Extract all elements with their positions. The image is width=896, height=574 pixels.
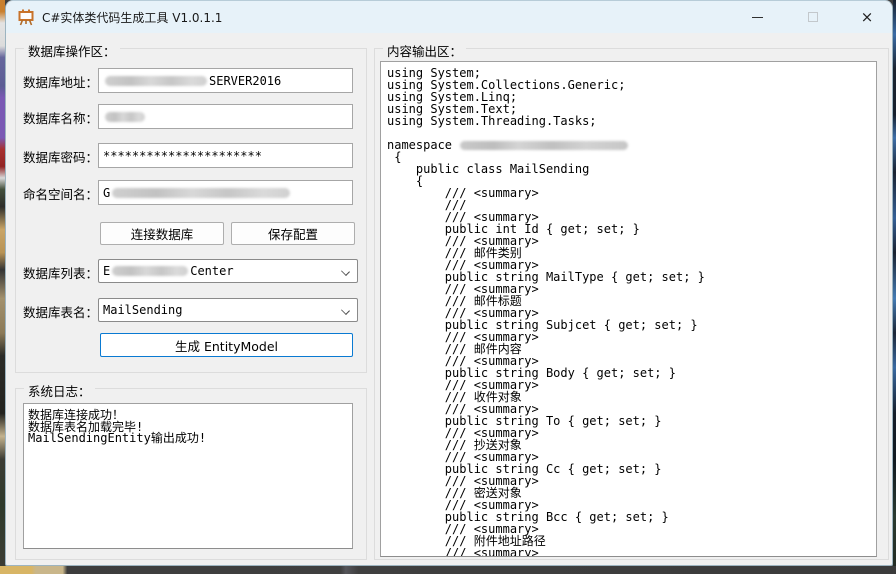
code-output-box[interactable]: using System;using System.Collections.Ge… <box>380 61 877 557</box>
chevron-down-icon <box>341 306 350 315</box>
db-list-label: 数据库列表： <box>23 263 98 282</box>
db-list-dropdown[interactable]: E Center <box>98 259 358 283</box>
redacted-text <box>112 266 188 276</box>
db-name-label: 数据库名称： <box>23 108 98 127</box>
code-line: namespace <box>387 139 876 151</box>
maximize-button[interactable] <box>785 1 840 33</box>
generate-entitymodel-button[interactable]: 生成 EntityModel <box>100 333 353 357</box>
namespace-input[interactable]: G <box>98 180 353 205</box>
titlebar[interactable]: C#实体类代码生成工具 V1.0.1.1 × <box>6 1 892 33</box>
groupbox-database-title: 数据库操作区： <box>24 41 120 60</box>
namespace-value: G <box>103 186 110 200</box>
code-line <box>387 127 876 139</box>
minimize-icon <box>752 17 763 18</box>
chevron-down-icon <box>341 267 350 276</box>
system-log-box[interactable]: 数据库连接成功！数据库表名加载完毕!MailSendingEntity输出成功! <box>23 403 353 549</box>
connect-database-button[interactable]: 连接数据库 <box>100 222 224 245</box>
db-table-value: MailSending <box>103 303 182 317</box>
namespace-label: 命名空间名： <box>23 184 98 203</box>
redacted-text <box>112 188 290 198</box>
redacted-text <box>460 141 628 150</box>
save-config-button[interactable]: 保存配置 <box>231 222 355 245</box>
maximize-icon <box>808 12 818 22</box>
taskbar-strip <box>0 566 896 574</box>
db-table-label: 数据库表名： <box>23 302 98 321</box>
easel-app-icon <box>17 8 35 26</box>
code-line: /// <summary> <box>387 547 876 557</box>
db-password-label: 数据库密码： <box>23 147 98 166</box>
code-line: public class MailSending <box>387 163 876 175</box>
db-list-value-post: Center <box>190 264 233 278</box>
db-password-value: ********************** <box>103 149 262 163</box>
code-line: using System.Threading.Tasks; <box>387 115 876 127</box>
groupbox-database-operations: 数据库操作区： <box>15 48 367 373</box>
db-table-dropdown[interactable]: MailSending <box>98 298 358 322</box>
close-icon: × <box>861 8 874 26</box>
db-name-input[interactable] <box>98 104 353 129</box>
db-address-input[interactable]: SERVER2016 <box>98 68 353 93</box>
redacted-text <box>105 112 145 122</box>
app-window: C#实体类代码生成工具 V1.0.1.1 × 数据库操作区： 数据库地址： SE… <box>5 0 893 566</box>
groupbox-log-title: 系统日志： <box>24 381 95 400</box>
redacted-text <box>105 76 207 86</box>
db-address-value: SERVER2016 <box>209 74 281 88</box>
minimize-button[interactable] <box>730 1 785 33</box>
db-address-label: 数据库地址： <box>23 72 98 91</box>
db-list-value-pre: E <box>103 264 110 278</box>
log-line: MailSendingEntity输出成功! <box>28 433 350 445</box>
groupbox-output-title: 内容输出区： <box>383 41 466 60</box>
db-password-input[interactable]: ********************** <box>98 143 353 168</box>
window-title: C#实体类代码生成工具 V1.0.1.1 <box>42 9 222 26</box>
close-button[interactable]: × <box>840 1 893 33</box>
screen: C#实体类代码生成工具 V1.0.1.1 × 数据库操作区： 数据库地址： SE… <box>0 0 896 574</box>
